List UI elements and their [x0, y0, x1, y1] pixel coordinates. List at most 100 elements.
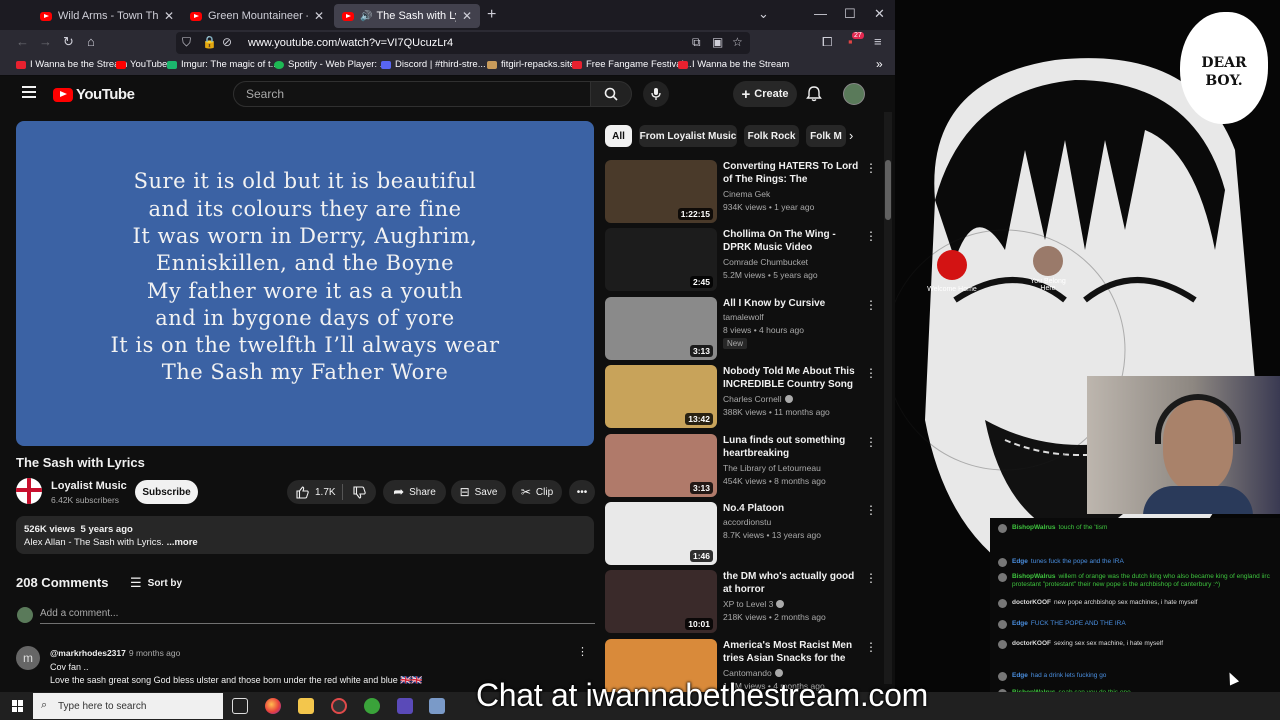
like-button[interactable]: 1.7K — [287, 484, 343, 500]
bookmark-item[interactable]: Imgur: The magic of t... — [167, 59, 279, 70]
recommendation-channel[interactable]: Comrade Chumbucket — [723, 257, 808, 267]
bookmarks-overflow-icon[interactable]: » — [876, 57, 883, 71]
recommendation-channel[interactable]: Charles Cornell — [723, 394, 793, 404]
show-more-link[interactable]: ...more — [167, 537, 198, 548]
recommendation-title[interactable]: America's Most Racist Men tries Asian Sn… — [723, 639, 859, 666]
bookmark-item[interactable]: Discord | #third-stre... — [381, 59, 486, 70]
tab-wild-arms[interactable]: Wild Arms - Town Theme - YouTube ✕ — [32, 4, 182, 28]
recommendation-item[interactable]: 2:45 Chollima On The Wing - DPRK Music Vi… — [605, 228, 877, 291]
comment-author[interactable]: @markrhodes2317 9 months ago — [50, 648, 180, 658]
close-tab-icon[interactable]: ✕ — [164, 9, 174, 23]
forward-icon[interactable]: → — [39, 34, 52, 49]
recommendation-item[interactable]: 1:46 No.4 Platoon accordionstu 8.7K views •… — [605, 502, 877, 565]
recommendation-menu-icon[interactable]: ⋮ — [865, 161, 877, 175]
search-button[interactable] — [590, 81, 632, 107]
bookmark-item[interactable]: Spotify - Web Player: ... — [274, 59, 388, 70]
sort-by-button[interactable]: ☰ Sort by — [130, 575, 182, 591]
speaker-icon[interactable]: 🔊 — [360, 11, 372, 22]
voice-search-button[interactable] — [643, 81, 669, 107]
bookmark-item[interactable]: I Wanna be the Stream — [678, 59, 789, 70]
recommendation-title[interactable]: No.4 Platoon — [723, 502, 859, 515]
chevron-right-icon[interactable]: › — [849, 128, 853, 143]
recommendation-title[interactable]: Nobody Told Me About This INCREDIBLE Cou… — [723, 365, 859, 392]
close-tab-icon[interactable]: ✕ — [462, 9, 472, 23]
recommendation-thumbnail[interactable]: 3:13 — [605, 434, 717, 497]
taskbar-search-input[interactable]: ⌕ Type here to search — [33, 693, 223, 719]
new-tab-icon[interactable]: + — [487, 6, 496, 24]
recommendation-channel[interactable]: The Library of Letourneau — [723, 463, 821, 473]
chip-from-loyalist-music[interactable]: From Loyalist Music — [639, 125, 737, 147]
tab-green-mountaineer[interactable]: Green Mountaineer - (Vermont) ✕ — [182, 4, 332, 28]
dislike-button[interactable] — [343, 485, 366, 499]
channel-name[interactable]: Loyalist Music — [51, 480, 127, 492]
youtube-logo[interactable]: YouTube — [53, 86, 135, 103]
recommendation-title[interactable]: the DM who's actually good at horror — [723, 570, 859, 596]
chip-all[interactable]: All — [605, 125, 632, 147]
recommendation-thumbnail[interactable]: 1:22:15 — [605, 160, 717, 223]
recommendation-title[interactable]: Chollima On The Wing - DPRK Music Video — [723, 228, 859, 254]
recommendation-title[interactable]: Luna finds out something heartbreaking — [723, 434, 859, 460]
app-icon[interactable] — [397, 698, 413, 714]
close-tab-icon[interactable]: ✕ — [314, 9, 324, 23]
bookmark-item[interactable]: Free Fangame Festival... — [572, 59, 692, 70]
recommendation-thumbnail[interactable]: 3:13 — [605, 297, 717, 360]
tab-the-sash[interactable]: 🔊 The Sash with Lyrics - YouTube ✕ — [334, 4, 480, 28]
create-button[interactable]: + Create — [733, 81, 797, 107]
recommendation-item[interactable]: 1:22:15 Converting HATERS To Lord of The … — [605, 160, 877, 223]
firefox-icon[interactable] — [265, 698, 281, 714]
recommendation-menu-icon[interactable]: ⋮ — [865, 435, 877, 449]
recommendation-title[interactable]: Converting HATERS To Lord of The Rings: … — [723, 160, 859, 187]
file-explorer-icon[interactable] — [298, 698, 314, 714]
more-actions-button[interactable]: ••• — [569, 480, 595, 504]
recommendation-title[interactable]: All I Know by Cursive — [723, 297, 859, 310]
notifications-button[interactable] — [806, 85, 822, 107]
url-bar[interactable]: ⛉ 🔒 ⊘ www.youtube.com/watch?v=VI7QUcuzLr… — [176, 32, 750, 54]
recommendation-thumbnail[interactable]: 2:45 — [605, 228, 717, 291]
bookmark-item[interactable]: YouTube — [116, 59, 167, 70]
bookmark-item[interactable]: fitgirl-repacks.site — [487, 59, 575, 70]
recommendation-item[interactable]: 3:13 All I Know by Cursive tamalewolf 8 vie… — [605, 297, 877, 360]
bookmark-star-icon[interactable]: ☆ — [732, 35, 743, 49]
search-input[interactable]: Search — [233, 81, 591, 107]
xbox-icon[interactable] — [364, 698, 380, 714]
channel-avatar[interactable] — [16, 478, 42, 504]
recommendation-menu-icon[interactable]: ⋮ — [865, 503, 877, 517]
menu-icon[interactable]: ≡ — [874, 34, 882, 49]
recommendation-menu-icon[interactable]: ⋮ — [865, 640, 877, 654]
recommendation-channel[interactable]: tamalewolf — [723, 312, 764, 322]
recommendation-channel[interactable]: accordionstu — [723, 517, 771, 527]
minimize-icon[interactable]: — — [814, 6, 827, 21]
chip-folk-rock[interactable]: Folk Rock — [744, 125, 799, 147]
share-button[interactable]: ➦ Share — [383, 480, 446, 504]
reload-icon[interactable]: ↻ — [63, 34, 74, 50]
back-icon[interactable]: ← — [16, 34, 29, 49]
recommendation-thumbnail[interactable]: 10:01 — [605, 570, 717, 633]
maximize-icon[interactable]: ☐ — [844, 6, 856, 22]
windows-start-icon[interactable] — [12, 700, 24, 712]
scrollbar-thumb[interactable] — [885, 160, 891, 220]
home-icon[interactable]: ⌂ — [87, 34, 95, 49]
recommendation-channel[interactable]: Cinema Gek — [723, 189, 770, 199]
recommendation-menu-icon[interactable]: ⋮ — [865, 571, 877, 585]
permissions-icon[interactable]: ⊘ — [222, 35, 232, 49]
chip-folk-m[interactable]: Folk M — [806, 125, 846, 147]
video-player[interactable]: Sure it is old but it is beautiful and i… — [16, 121, 594, 446]
hamburger-menu-icon[interactable] — [22, 86, 36, 98]
bookmark-item[interactable]: I Wanna be the Stream — [16, 59, 127, 70]
save-button[interactable]: ⊟ Save — [451, 480, 506, 504]
recommendation-thumbnail[interactable]: 1:46 — [605, 502, 717, 565]
add-comment-input[interactable]: Add a comment... — [40, 608, 595, 624]
obs-icon[interactable] — [331, 698, 347, 714]
recommendation-thumbnail[interactable]: 13:42 — [605, 365, 717, 428]
recommendation-item[interactable]: 10:01 the DM who's actually good at horro… — [605, 570, 877, 633]
camera-icon[interactable] — [429, 698, 445, 714]
recommendation-item[interactable]: 13:42 Nobody Told Me About This INCREDIBL… — [605, 365, 877, 428]
task-view-icon[interactable] — [232, 698, 248, 714]
recommendation-menu-icon[interactable]: ⋮ — [865, 366, 877, 380]
recommendation-channel[interactable]: XP to Level 3 — [723, 599, 785, 609]
subscribe-button[interactable]: Subscribe — [135, 480, 198, 504]
recommendation-menu-icon[interactable]: ⋮ — [865, 229, 877, 243]
clip-button[interactable]: ✂ Clip — [512, 480, 562, 504]
close-window-icon[interactable]: ✕ — [874, 6, 885, 22]
extensions-icon[interactable]: ⧠ — [822, 34, 832, 50]
